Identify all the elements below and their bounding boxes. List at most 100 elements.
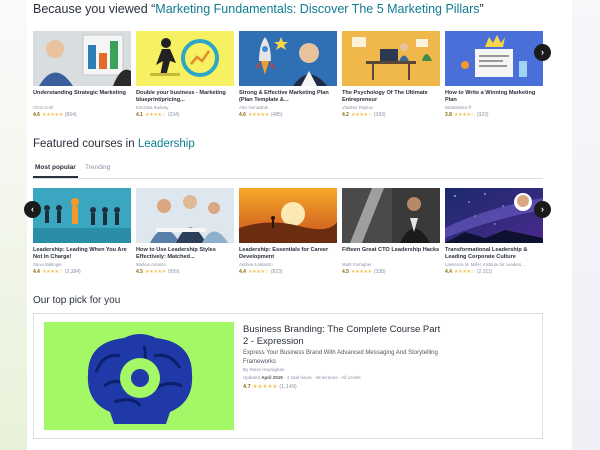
course-author: Alex Genadinik (239, 105, 268, 110)
course-card[interactable]: The Psychology Of The Ultimate Entrepren… (342, 31, 440, 118)
course-title[interactable]: How to Use Leadership Styles Effectively… (136, 247, 234, 261)
course-rating: 4.4 ★★★★☆ (823) (239, 269, 337, 275)
next-arrow-button[interactable]: › (534, 44, 551, 61)
topic-link[interactable]: Leadership (138, 138, 195, 150)
course-rating: 4.5 ★★★★★ (959) (136, 269, 234, 275)
course-title[interactable]: How to Write a Winning Marketing Plan (445, 90, 543, 104)
course-author: Vladimir Raykov (342, 105, 374, 110)
viewed-course-link[interactable]: Marketing Fundamentals: Discover The 5 M… (155, 2, 479, 16)
course-rating: 4.1 ★★★★☆ (334) (136, 112, 234, 118)
rating-count: (485) (270, 112, 283, 118)
top-pick-meta: Updated April 2019 · 4 total hours · 48 … (243, 375, 361, 380)
course-thumbnail[interactable] (33, 31, 131, 86)
star-icon: ★★★★★ (350, 269, 372, 275)
course-card[interactable]: Double your business - Marketing bluepri… (136, 31, 234, 118)
star-icon: ★★★★★ (247, 112, 269, 118)
course-card[interactable]: Transformational Leadership & Leading Co… (445, 188, 543, 275)
rating-value: 4.2 (342, 112, 349, 118)
course-card[interactable]: How to Use Leadership Styles Effectively… (136, 188, 234, 275)
course-author: Andrew LoMastro (239, 262, 273, 267)
rating-value: 4.7 (243, 384, 251, 390)
course-title[interactable]: Understanding Strategic Marketing (33, 90, 131, 104)
course-card[interactable]: How to Write a Winning Marketing Plan Mi… (445, 31, 543, 118)
course-author: MindMekka ® (445, 105, 472, 110)
course-thumbnail[interactable] (445, 188, 543, 243)
top-pick-thumbnail[interactable] (44, 322, 234, 430)
next-arrow-button[interactable]: › (534, 201, 551, 218)
course-author: Chris Croft (33, 105, 54, 110)
prev-arrow-button[interactable]: ‹ (24, 201, 41, 218)
rating-count: (393) (373, 112, 386, 118)
rating-value: 4.5 (136, 269, 143, 275)
course-card[interactable]: Understanding Strategic Marketing Chris … (33, 31, 131, 118)
star-icon: ★★★★☆ (144, 112, 166, 118)
rating-value: 4.4 (445, 269, 452, 275)
top-pick-card[interactable]: Business Branding: The Complete Course P… (33, 313, 543, 439)
rating-count: (1,149) (279, 384, 297, 390)
course-thumbnail[interactable] (33, 188, 131, 243)
course-author: Mark Farragher (342, 262, 372, 267)
course-author: Krisztina Rudnay (136, 105, 169, 110)
course-thumbnail[interactable] (342, 188, 440, 243)
course-stats: · 4 total hours · 48 lectures · All Leve… (284, 375, 361, 380)
course-card[interactable]: Strong & Effective Marketing Plan (Plan … (239, 31, 337, 118)
rating-count: (334) (167, 112, 180, 118)
course-rating: 4.4 ★★★★☆ (2,311) (445, 269, 543, 275)
star-icon: ★★★★☆ (41, 269, 63, 275)
course-card[interactable]: Fifteen Great CTO Leadership Hacks Mark … (342, 188, 440, 275)
rating-value: 4.6 (33, 112, 40, 118)
rating-value: 4.4 (239, 269, 246, 275)
main-content: Because you viewed “Marketing Fundamenta… (24, 0, 572, 450)
heading-prefix: Featured courses in (33, 138, 138, 150)
top-pick-heading: Our top pick for you (33, 295, 121, 306)
rating-value: 4.5 (342, 269, 349, 275)
rating-count: (959) (167, 269, 180, 275)
updated-date: April 2019 (261, 375, 283, 380)
course-thumbnail[interactable] (239, 188, 337, 243)
course-author: Markus Amanto (136, 262, 166, 267)
left-background-strip (0, 0, 27, 450)
course-rating: 3.8 ★★★★☆ (323) (445, 112, 543, 118)
star-icon: ★★★★☆ (453, 112, 475, 118)
because-you-viewed-heading: Because you viewed “Marketing Fundamenta… (33, 2, 484, 16)
course-card[interactable]: Leadership: Leading When You Are Not In … (33, 188, 131, 275)
course-thumbnail[interactable] (239, 31, 337, 86)
rating-count: (823) (270, 269, 283, 275)
course-rating: 4.4 ★★★★☆ (2,384) (33, 269, 131, 275)
course-rating: 4.6 ★★★★★ (864) (33, 112, 131, 118)
right-background-strip (572, 0, 600, 450)
rating-value: 4.1 (136, 112, 143, 118)
featured-courses-heading: Featured courses in Leadership (33, 138, 195, 150)
rating-count: (2,384) (64, 269, 81, 275)
updated-label: Updated (243, 375, 261, 380)
star-icon: ★★★★☆ (453, 269, 475, 275)
course-title[interactable]: The Psychology Of The Ultimate Entrepren… (342, 90, 440, 104)
course-title[interactable]: Fifteen Great CTO Leadership Hacks (342, 247, 440, 261)
top-pick-title[interactable]: Business Branding: The Complete Course P… (243, 324, 443, 348)
rating-value: 4.6 (239, 112, 246, 118)
course-title[interactable]: Strong & Effective Marketing Plan (Plan … (239, 90, 337, 104)
rating-count: (2,311) (476, 269, 493, 275)
rating-count: (864) (64, 112, 77, 118)
course-thumbnail[interactable] (342, 31, 440, 86)
rating-value: 3.8 (445, 112, 452, 118)
course-thumbnail[interactable] (136, 188, 234, 243)
rating-count: (323) (476, 112, 489, 118)
course-title[interactable]: Transformational Leadership & Leading Co… (445, 247, 543, 261)
heading-suffix: ” (479, 2, 484, 16)
rating-count: (338) (373, 269, 386, 275)
tab-trending[interactable]: Trending (85, 164, 110, 171)
course-title[interactable]: Leadership: Leading When You Are Not In … (33, 247, 131, 261)
rating-value: 4.4 (33, 269, 40, 275)
course-rating: 4.2 ★★★★☆ (393) (342, 112, 440, 118)
tab-most-popular[interactable]: Most popular (33, 164, 78, 178)
course-card[interactable]: Leadership: Essentials for Career Develo… (239, 188, 337, 275)
star-icon: ★★★★★ (144, 269, 166, 275)
course-rating: 4.6 ★★★★★ (485) (239, 112, 337, 118)
course-tabs: Most popular Trending (33, 161, 543, 179)
course-thumbnail[interactable] (136, 31, 234, 86)
course-title[interactable]: Leadership: Essentials for Career Develo… (239, 247, 337, 261)
course-thumbnail[interactable] (445, 31, 543, 86)
course-rating: 4.5 ★★★★★ (338) (342, 269, 440, 275)
course-title[interactable]: Double your business - Marketing bluepri… (136, 90, 234, 104)
